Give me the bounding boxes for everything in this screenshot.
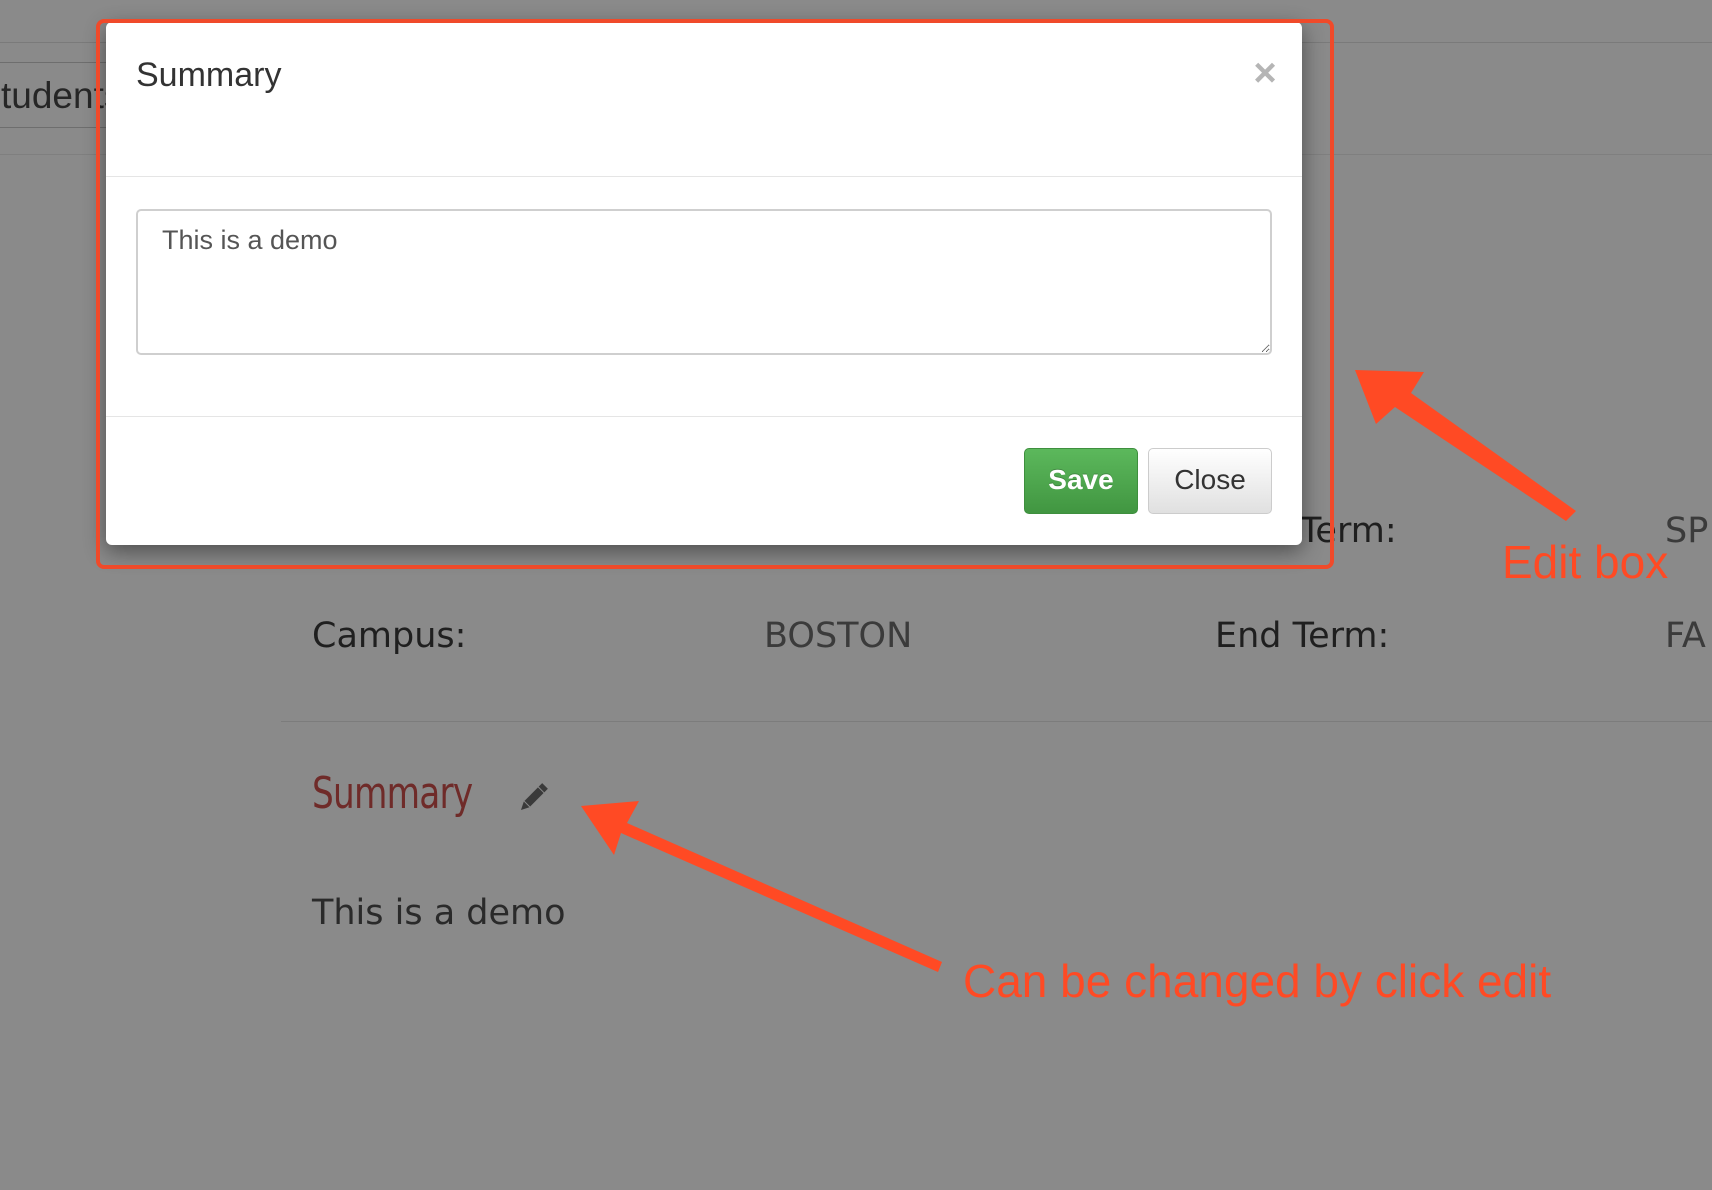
term-value: SP xyxy=(1665,511,1709,551)
edit-hint-label: Can be changed by click edit xyxy=(963,955,1552,1007)
summary-heading: Summary xyxy=(312,768,473,819)
end-term-value: FA xyxy=(1665,616,1706,656)
summary-text: This is a demo xyxy=(312,893,566,933)
pencil-icon[interactable] xyxy=(514,779,552,817)
end-term-label: End Term: xyxy=(1215,616,1390,656)
section-divider xyxy=(281,721,1712,722)
edit-box-label: Edit box xyxy=(1502,536,1669,588)
campus-label: Campus: xyxy=(312,616,467,656)
edit-box-arrow xyxy=(1355,370,1576,521)
edit-box-highlight xyxy=(96,19,1334,569)
students-tab[interactable]: tudents xyxy=(0,62,122,128)
campus-value: BOSTON xyxy=(764,616,913,656)
edit-icon-arrow xyxy=(581,801,942,972)
